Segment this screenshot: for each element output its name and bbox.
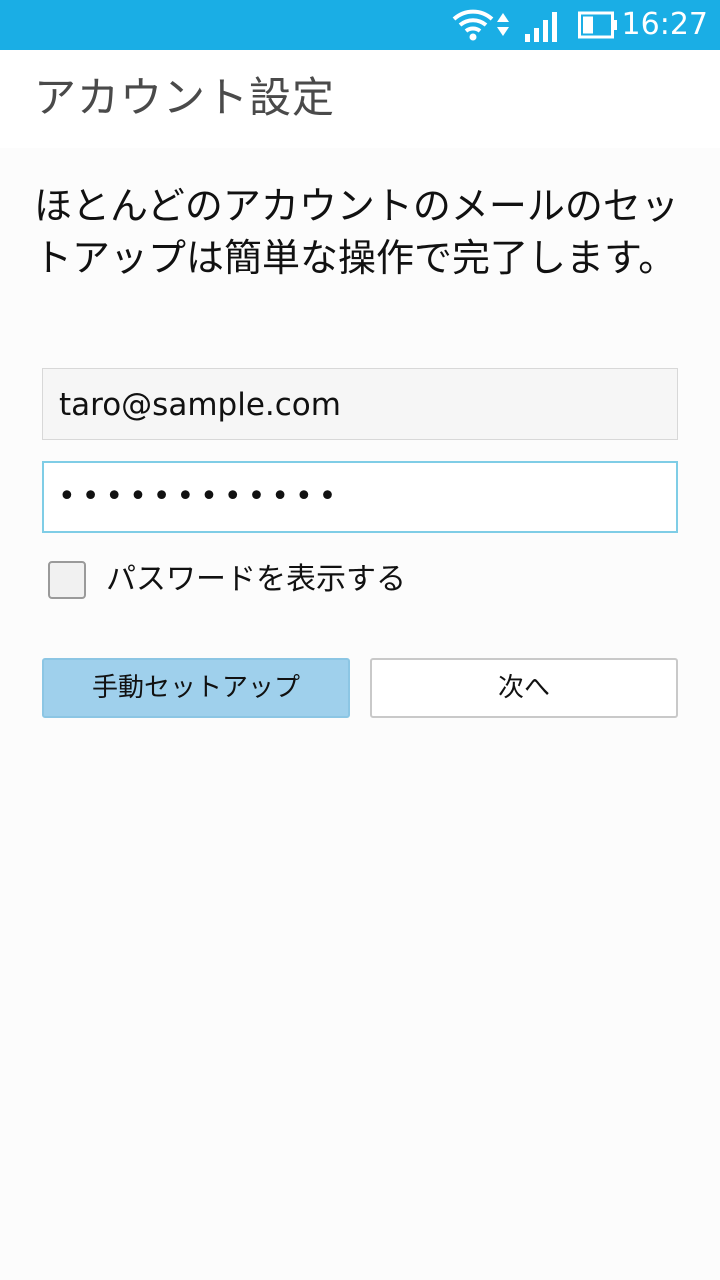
data-updown-icon xyxy=(497,13,509,36)
email-field[interactable]: taro@sample.com xyxy=(42,368,678,440)
password-value: •••••••••••• xyxy=(58,479,343,514)
wifi-icon xyxy=(452,9,494,41)
show-password-label[interactable]: パスワードを表示する xyxy=(106,558,406,602)
manual-setup-button[interactable]: 手動セットアップ xyxy=(42,658,350,718)
email-value: taro@sample.com xyxy=(59,387,341,423)
password-field[interactable]: •••••••••••• xyxy=(42,461,678,533)
show-password-checkbox[interactable] xyxy=(48,561,86,599)
page-title: アカウント設定 xyxy=(34,73,336,122)
battery-icon xyxy=(578,11,617,39)
next-button[interactable]: 次へ xyxy=(370,658,678,718)
signal-icon xyxy=(525,12,557,42)
intro-message: ほとんどのアカウントのメールのセットアップは簡単な操作で完了します。 xyxy=(34,184,679,280)
status-time: 16:27 xyxy=(621,7,708,42)
status-bar: 16:27 xyxy=(0,0,720,50)
action-bar: アカウント設定 xyxy=(0,50,720,148)
